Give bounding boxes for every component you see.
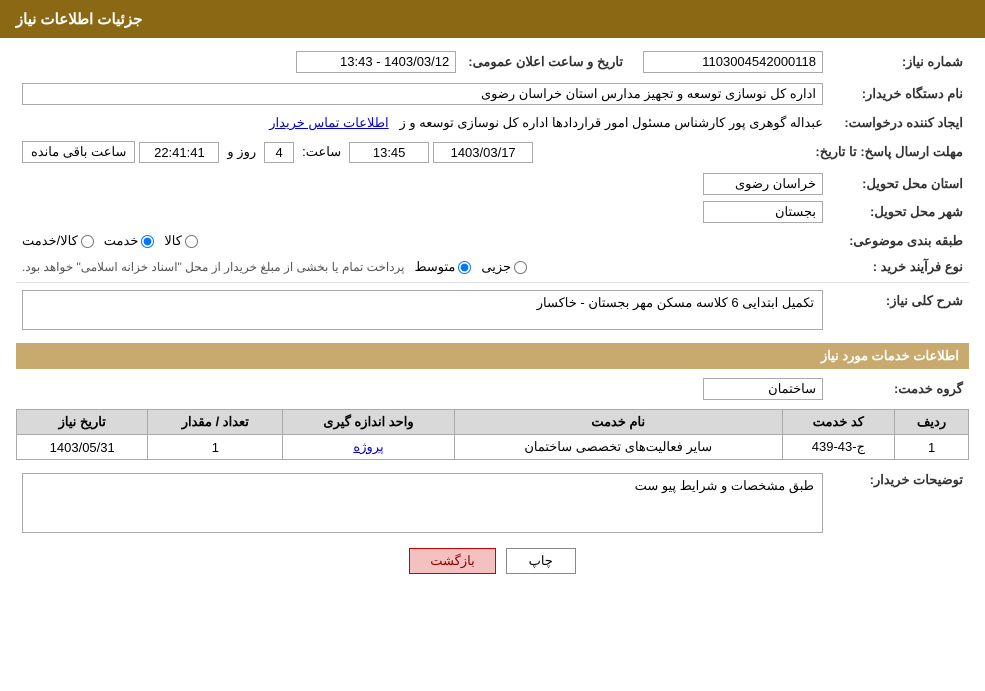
province-value: خراسان رضوی [703,173,823,195]
service-group-table: گروه خدمت: ساختمان [16,375,969,403]
purchase-type-radio-1[interactable] [514,261,527,274]
buyer-org-value: اداره کل نوسازی توسعه و تجهیز مدارس استا… [22,83,823,105]
days-label: روز و [227,144,256,160]
category-radio-3[interactable] [81,235,94,248]
page-header: جزئیات اطلاعات نیاز [0,0,985,38]
purchase-type-option-2-label: متوسط [415,259,456,275]
org-info-table: نام دستگاه خریدار: اداره کل نوسازی توسعه… [16,80,969,108]
back-button[interactable]: بازگشت [409,548,495,574]
announce-label: تاریخ و ساعت اعلان عمومی: [462,48,629,76]
col-qty: تعداد / مقدار [148,410,283,435]
col-row: ردیف [895,410,969,435]
services-section-title: اطلاعات خدمات مورد نیاز [16,343,969,369]
deadline-countdown: 22:41:41 [139,142,219,163]
purchase-type-radio-group: پرداخت تمام یا بخشی از مبلغ خریدار از مح… [22,259,823,275]
deadline-info-table: مهلت ارسال پاسخ: تا تاریخ: ساعت باقی مان… [16,138,969,166]
deadline-time: 13:45 [349,142,429,163]
purchase-type-note: پرداخت تمام یا بخشی از مبلغ خریدار از مح… [22,260,405,274]
general-desc-label: شرح کلی نیاز: [829,287,969,333]
table-row: 1ج-43-439سایر فعالیت‌های تخصصی ساختمانپر… [17,435,969,460]
purchase-type-option-2: متوسط [415,259,472,275]
col-name: نام خدمت [454,410,782,435]
category-option-3: کالا/خدمت [22,233,94,249]
purchase-type-option-1: جزیی [481,259,527,275]
category-option-2: خدمت [104,233,155,249]
page-wrapper: جزئیات اطلاعات نیاز شماره نیاز: 11030045… [0,0,985,691]
basic-info-table: شماره نیاز: 1103004542000118 تاریخ و ساع… [16,48,969,76]
need-number-label: شماره نیاز: [829,48,969,76]
buyer-notes-table: توضیحات خریدار: طبق مشخصات و شرایط پیو س… [16,466,969,536]
action-buttons: چاپ بازگشت [16,548,969,574]
general-desc-table: شرح کلی نیاز: تکمیل ابتدایی 6 کلاسه مسکن… [16,287,969,333]
deadline-label: مهلت ارسال پاسخ: تا تاریخ: [809,138,969,166]
purchase-type-radio-2[interactable] [458,261,471,274]
cell-unit: پروژه [283,435,455,460]
cell-qty: 1 [148,435,283,460]
cell-code: ج-43-439 [782,435,894,460]
category-option-2-label: خدمت [104,233,139,249]
col-date: تاریخ نیاز [17,410,148,435]
city-label: شهر محل تحویل: [829,198,969,226]
main-content: شماره نیاز: 1103004542000118 تاریخ و ساع… [0,38,985,596]
category-option-3-label: کالا/خدمت [22,233,78,249]
unit-link[interactable]: پروژه [353,439,383,454]
city-value: بجستان [703,201,823,223]
cell-row: 1 [895,435,969,460]
category-option-1: کالا [164,233,198,249]
category-radio-1[interactable] [185,235,198,248]
need-number-value: 1103004542000118 [643,51,823,73]
service-group-value: ساختمان [703,378,823,400]
cell-name: سایر فعالیت‌های تخصصی ساختمان [454,435,782,460]
general-desc-value: تکمیل ابتدایی 6 کلاسه مسکن مهر بجستان - … [22,290,823,330]
purchase-type-option-1-label: جزیی [481,259,511,275]
category-radio-2[interactable] [141,235,154,248]
services-table: ردیف کد خدمت نام خدمت واحد اندازه گیری ت… [16,409,969,460]
announce-value: 1403/03/12 - 13:43 [296,51,456,73]
col-code: کد خدمت [782,410,894,435]
deadline-remaining: ساعت باقی مانده [22,141,135,163]
buyer-notes-value: طبق مشخصات و شرایط پیو ست [22,473,823,533]
deadline-days: 4 [264,142,294,163]
cell-date: 1403/05/31 [17,435,148,460]
purchase-type-label: نوع فرآیند خرید : [829,256,969,278]
buyer-notes-label: توضیحات خریدار: [829,466,969,536]
deadline-row: ساعت باقی مانده 22:41:41 روز و 4 ساعت: 1… [22,141,803,163]
print-button[interactable]: چاپ [506,548,576,574]
creator-value: عبداله گوهری پور کارشناس مسئول امور قرار… [400,115,823,130]
category-radio-group: کالا/خدمت خدمت کالا [22,233,823,249]
deadline-date: 1403/03/17 [433,142,533,163]
creator-label: ایجاد کننده درخواست: [829,112,969,134]
province-label: استان محل تحویل: [829,170,969,198]
creator-link[interactable]: اطلاعات تماس خریدار [269,115,388,130]
category-table: طبقه بندی موضوعی: کالا/خدمت خدمت کالا [16,230,969,252]
purchase-type-table: نوع فرآیند خرید : پرداخت تمام یا بخشی از… [16,256,969,278]
divider-1 [16,282,969,283]
category-option-1-label: کالا [164,233,182,249]
service-group-label: گروه خدمت: [829,375,969,403]
province-info-table: استان محل تحویل: خراسان رضوی شهر محل تحو… [16,170,969,226]
col-unit: واحد اندازه گیری [283,410,455,435]
creator-info-table: ایجاد کننده درخواست: عبداله گوهری پور کا… [16,112,969,134]
category-label: طبقه بندی موضوعی: [829,230,969,252]
time-label: ساعت: [302,144,341,160]
page-title: جزئیات اطلاعات نیاز [16,11,143,28]
buyer-org-label: نام دستگاه خریدار: [829,80,969,108]
